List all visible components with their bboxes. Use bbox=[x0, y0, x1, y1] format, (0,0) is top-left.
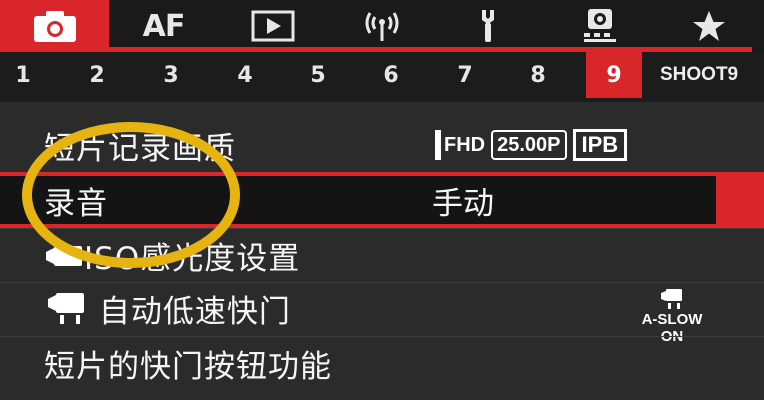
menu-item-auto-slow-shutter[interactable]: 自动低速快门 A-SLOW ON bbox=[0, 282, 764, 345]
page-6[interactable]: 6 bbox=[374, 52, 408, 98]
shutter-button-function-label: 短片的快门按钮功能 bbox=[44, 349, 332, 385]
frame-rate-badge: 25.00P bbox=[491, 130, 567, 160]
tab-playback[interactable] bbox=[218, 0, 327, 52]
tab-af[interactable]: AF bbox=[109, 0, 218, 52]
iso-settings-label: ISO感光度设置 bbox=[84, 240, 301, 277]
auto-slow-shutter-label-wrap: 自动低速快门 bbox=[44, 286, 291, 334]
fhd-badge: FHD bbox=[435, 130, 485, 160]
tab-af-label: AF bbox=[142, 8, 186, 44]
menu-item-sound-recording[interactable]: 录音 手动 bbox=[0, 172, 764, 228]
page-5[interactable]: 5 bbox=[301, 52, 335, 98]
sound-recording-value: 手动 bbox=[432, 185, 494, 222]
movie-rec-quality-value: FHD 25.00P IPB bbox=[435, 129, 628, 161]
movie-camera-icon bbox=[44, 242, 84, 278]
page-9[interactable]: 9 bbox=[586, 52, 642, 98]
page-selector: 1 2 3 4 5 6 7 8 9 SHOOT9 bbox=[0, 52, 764, 102]
star-icon bbox=[691, 9, 727, 43]
movie-rec-quality-label: 短片记录画质 bbox=[44, 130, 236, 167]
menu-item-movie-rec-quality[interactable]: 短片记录画质 FHD 25.00P IPB bbox=[0, 118, 764, 172]
page-7[interactable]: 7 bbox=[448, 52, 482, 98]
custom-camera-icon bbox=[580, 7, 620, 45]
tab-camera[interactable] bbox=[0, 0, 109, 52]
tab-setup[interactable] bbox=[436, 0, 545, 52]
shoot-page-label: SHOOT9 bbox=[660, 64, 739, 85]
page-1[interactable]: 1 bbox=[6, 52, 40, 98]
wrench-icon bbox=[476, 8, 506, 44]
movie-camera-icon bbox=[44, 293, 88, 333]
menu-list: 短片记录画质 FHD 25.00P IPB 录音 手动 ISO感光度设置 自动低… bbox=[0, 118, 764, 390]
page-3[interactable]: 3 bbox=[154, 52, 188, 98]
menu-item-shutter-button-function[interactable]: 短片的快门按钮功能 bbox=[0, 336, 764, 390]
page-4[interactable]: 4 bbox=[228, 52, 262, 98]
wireless-icon bbox=[362, 9, 402, 43]
menu-item-iso-settings[interactable]: ISO感光度设置 bbox=[0, 228, 764, 282]
page-8[interactable]: 8 bbox=[521, 52, 555, 98]
sound-recording-label: 录音 bbox=[44, 185, 108, 222]
tab-my-menu[interactable] bbox=[654, 0, 763, 52]
camera-icon bbox=[32, 8, 78, 44]
menu-tab-bar: AF bbox=[0, 0, 764, 52]
tab-wireless[interactable] bbox=[327, 0, 436, 52]
tab-custom[interactable] bbox=[545, 0, 654, 52]
play-icon bbox=[251, 10, 295, 42]
auto-slow-shutter-label: 自动低速快门 bbox=[98, 293, 291, 330]
page-2[interactable]: 2 bbox=[80, 52, 114, 98]
iso-settings-label-wrap: ISO感光度设置 bbox=[44, 233, 300, 279]
codec-badge: IPB bbox=[572, 129, 628, 161]
